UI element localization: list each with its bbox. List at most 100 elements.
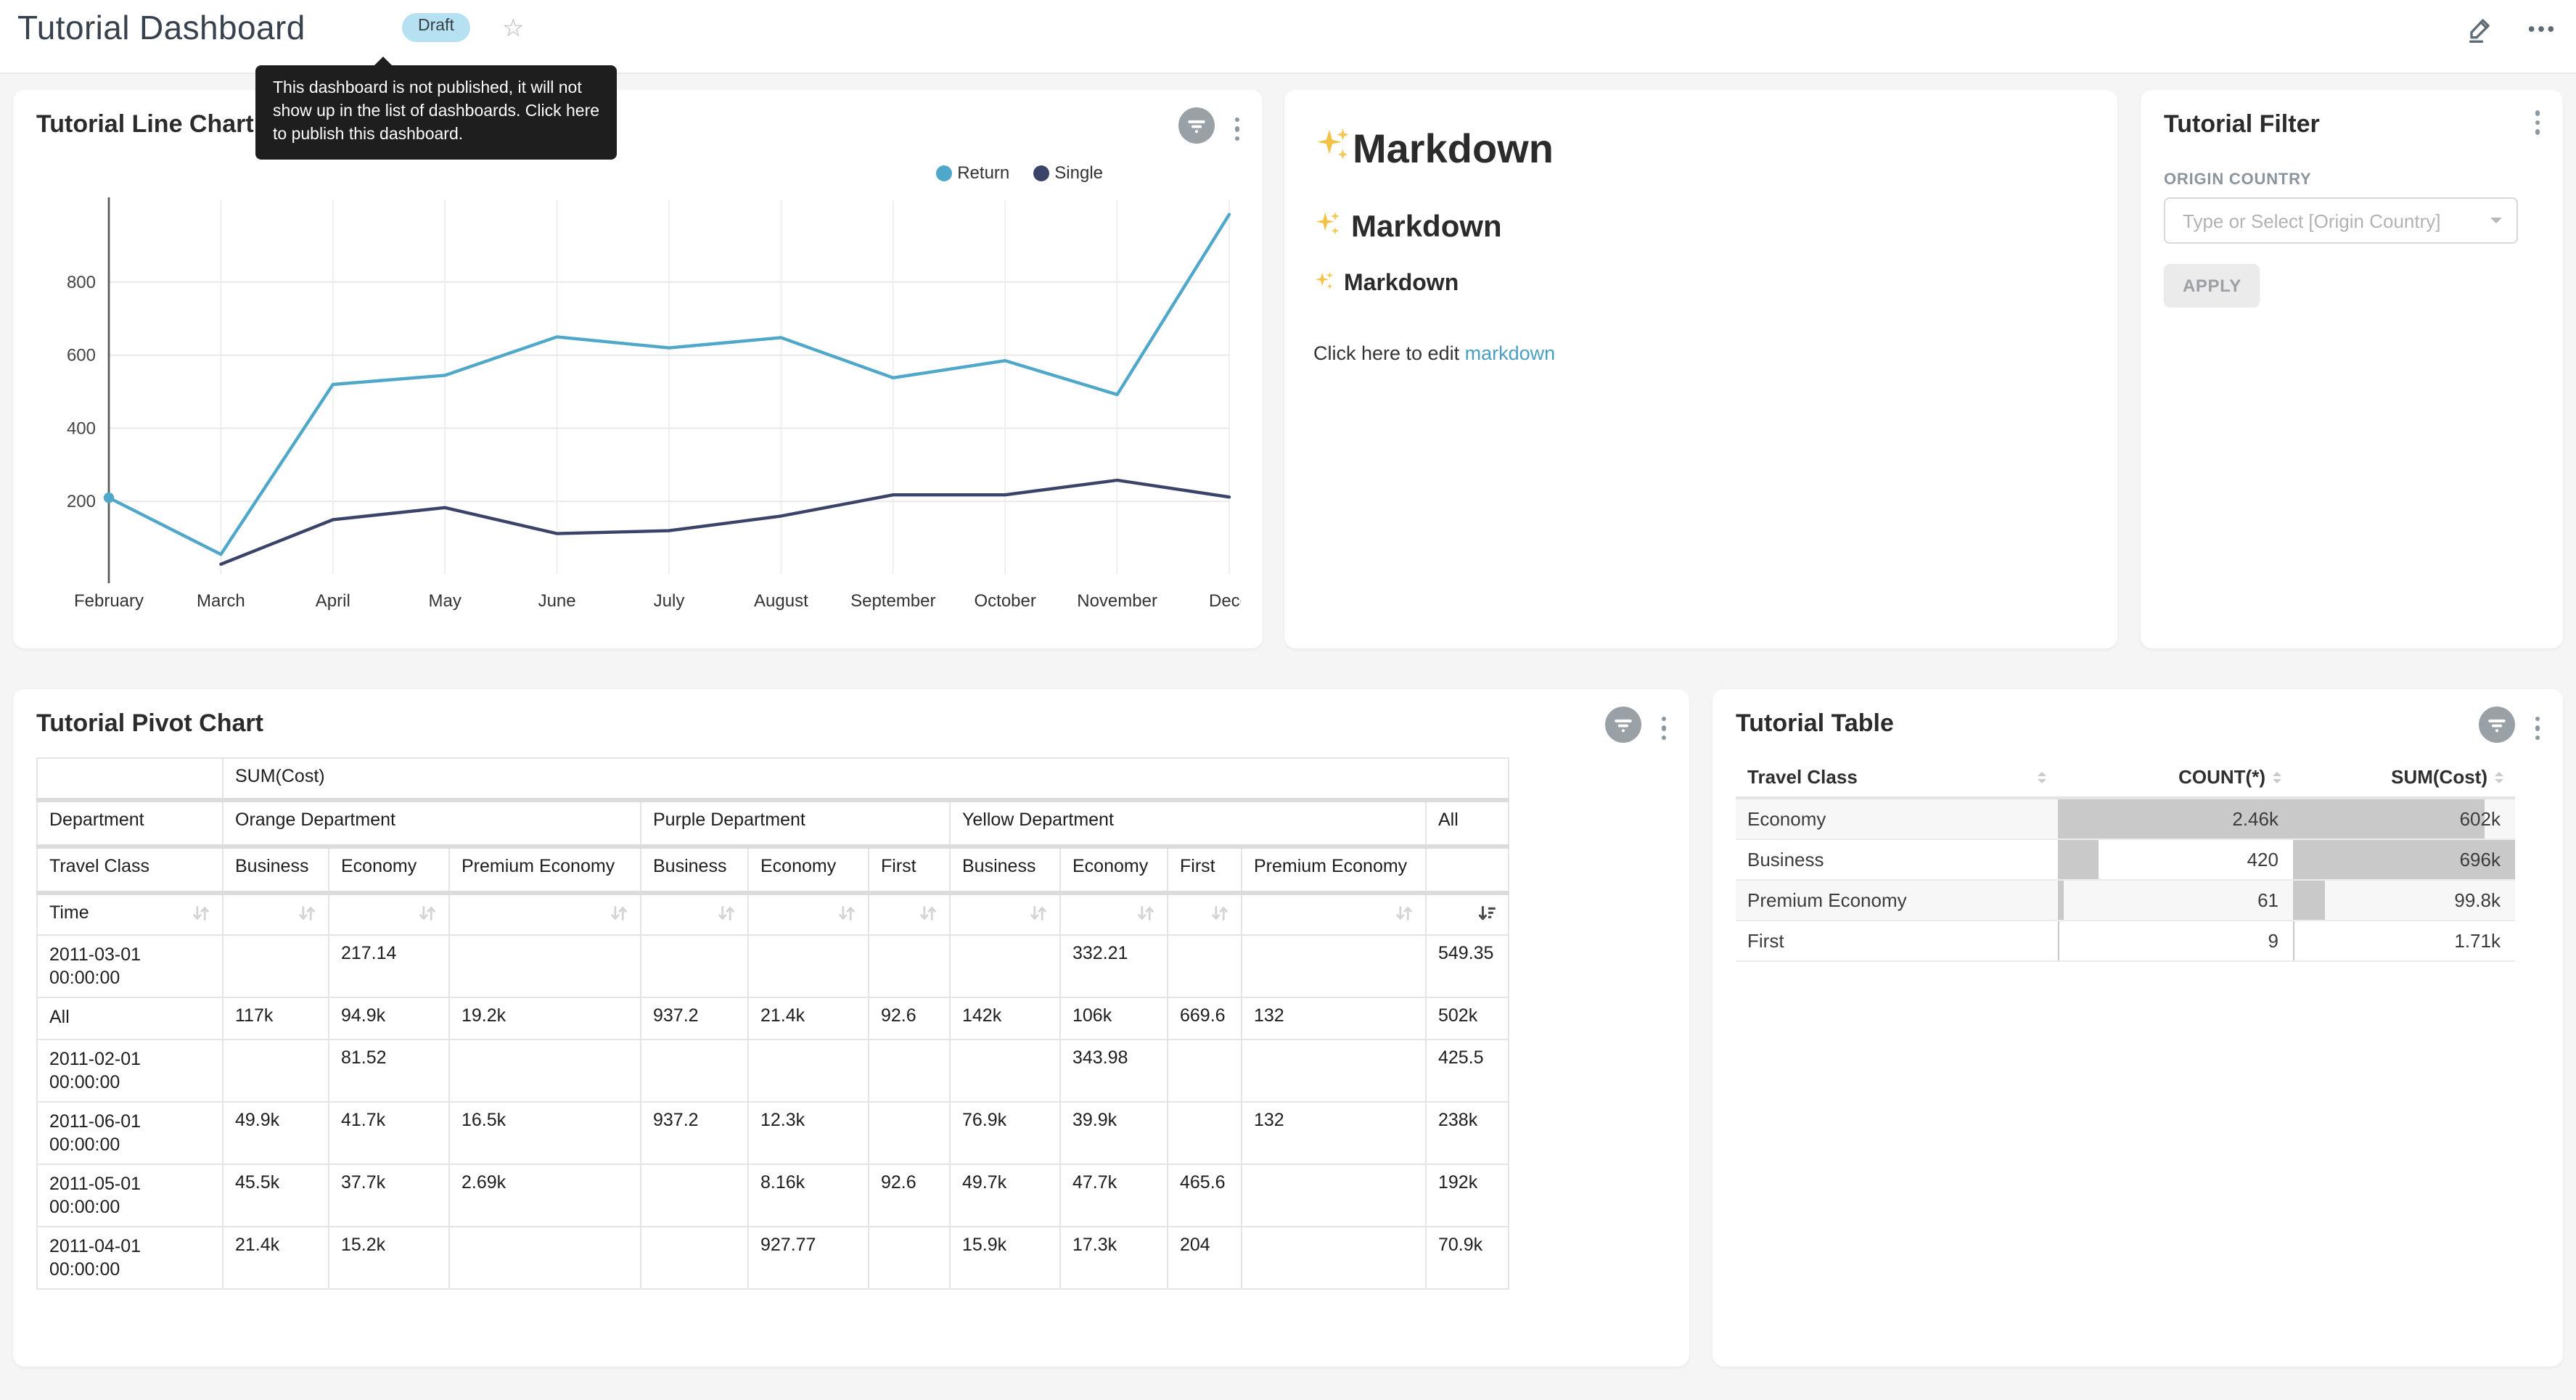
svg-text:April: April [316, 591, 350, 611]
pivot-sort-icon[interactable] [950, 893, 1060, 935]
edit-markdown-link[interactable]: markdown [1465, 342, 1556, 364]
favorite-star-icon[interactable]: ☆ [502, 15, 525, 44]
pivot-sort-icon[interactable] [641, 893, 748, 935]
pivot-cell [1242, 1039, 1426, 1102]
table-panel-menu-icon[interactable] [2532, 714, 2543, 744]
pivot-cell [1168, 935, 1242, 997]
pivot-chart-menu-icon[interactable] [1658, 714, 1669, 744]
line-chart-menu-icon[interactable] [1231, 115, 1242, 144]
pivot-sort-icon[interactable] [1060, 893, 1168, 935]
table-row[interactable]: Economy2.46k602k [1736, 798, 2515, 839]
pivot-sort-time[interactable]: Time [37, 893, 223, 935]
pivot-cell: 425.5 [1426, 1039, 1509, 1102]
publish-tooltip: This dashboard is not published, it will… [255, 65, 617, 160]
count-cell: 420 [2058, 839, 2293, 880]
more-actions-icon[interactable] [2527, 15, 2556, 51]
pivot-sort-icon[interactable] [449, 893, 641, 935]
pivot-col-header: Economy [748, 847, 869, 893]
markdown-heading-3: Markdown [1313, 270, 2088, 299]
sparkles-icon [1313, 125, 1353, 174]
pivot-sort-icon[interactable] [223, 893, 329, 935]
pivot-cell: 15.9k [950, 1227, 1060, 1289]
status-badge[interactable]: Draft [402, 13, 470, 41]
pivot-sort-icon[interactable] [329, 893, 449, 935]
pivot-cell [1168, 1102, 1242, 1164]
cross-filter-scope-icon[interactable] [2478, 707, 2514, 750]
table-panel-title: Tutorial Table [1736, 709, 1894, 738]
pivot-cell: 70.9k [1426, 1227, 1509, 1289]
pivot-col-group: Yellow Department [950, 800, 1426, 847]
pivot-sort-icon[interactable] [1242, 893, 1426, 935]
col-header-sum-cost[interactable]: SUM(Cost) [2293, 757, 2515, 798]
pivot-cell: 12.3k [748, 1102, 869, 1164]
pivot-cell: 132 [1242, 1102, 1426, 1164]
pivot-chart-panel: Tutorial Pivot Chart SUM(Cost)Department… [13, 689, 1689, 1367]
pivot-cell: 132 [1242, 997, 1426, 1039]
apply-filter-button[interactable]: APPLY [2164, 264, 2260, 308]
line-chart-svg: 200400600800FebruaryMarchAprilMayJuneJul… [33, 180, 1241, 633]
sparkles-icon [1313, 209, 1342, 247]
svg-text:July: July [654, 591, 685, 611]
pivot-cell: 37.7k [329, 1164, 449, 1227]
table-row[interactable]: Premium Economy6199.8k [1736, 880, 2515, 921]
count-cell: 61 [2058, 880, 2293, 921]
origin-country-input[interactable] [2180, 208, 2482, 233]
pivot-col-header: Economy [329, 847, 449, 893]
col-header-travel-class[interactable]: Travel Class [1736, 757, 2058, 798]
pivot-cell [1168, 1039, 1242, 1102]
pivot-cell: 937.2 [641, 1102, 748, 1164]
pivot-cell: 465.6 [1168, 1164, 1242, 1227]
pivot-cell: 669.6 [1168, 997, 1242, 1039]
sort-carets-icon [2038, 771, 2046, 783]
origin-country-label: ORIGIN COUNTRY [2164, 171, 2312, 189]
cross-filter-scope-icon[interactable] [1178, 107, 1214, 151]
pivot-sort-icon[interactable] [1168, 893, 1242, 935]
svg-text:June: June [538, 591, 576, 611]
pivot-cell: 937.2 [641, 997, 748, 1039]
pivot-sort-icon[interactable] [869, 893, 950, 935]
pivot-row-label: 2011-05-01 00:00:00 [37, 1164, 223, 1227]
sort-carets-icon [2273, 771, 2281, 783]
table-row[interactable]: Business420696k [1736, 839, 2515, 880]
pivot-cell: 15.2k [329, 1227, 449, 1289]
pivot-cell: 343.98 [1060, 1039, 1168, 1102]
pivot-table: SUM(Cost)DepartmentOrange DepartmentPurp… [36, 757, 1509, 1290]
pivot-cell: 47.7k [1060, 1164, 1168, 1227]
pivot-cell [1242, 1164, 1426, 1227]
pivot-col-group: All [1426, 800, 1509, 847]
filter-panel-menu-icon[interactable] [2532, 107, 2543, 137]
pivot-chart-title: Tutorial Pivot Chart [36, 709, 263, 738]
pivot-cell: 332.21 [1060, 935, 1168, 997]
legend-dot [935, 165, 951, 181]
svg-text:October: October [975, 591, 1036, 611]
pivot-cell [641, 935, 748, 997]
pivot-sort-icon[interactable] [1426, 893, 1509, 935]
pivot-col-header: Business [950, 847, 1060, 893]
svg-text:Dece: Dece [1209, 591, 1241, 611]
pivot-cell [223, 935, 329, 997]
svg-text:November: November [1077, 591, 1157, 611]
pivot-col-header: Business [223, 847, 329, 893]
count-cell: 2.46k [2058, 798, 2293, 839]
count-cell: 9 [2058, 921, 2293, 961]
pivot-cell: 21.4k [223, 1227, 329, 1289]
col-header-count[interactable]: COUNT(*) [2058, 757, 2293, 798]
cross-filter-scope-icon[interactable] [1604, 707, 1641, 750]
pivot-cell: 39.9k [1060, 1102, 1168, 1164]
pivot-cell [641, 1164, 748, 1227]
pivot-cell: 217.14 [329, 935, 449, 997]
pivot-cell [449, 1039, 641, 1102]
markdown-heading-2: Markdown [1313, 209, 2088, 247]
origin-country-select[interactable] [2164, 197, 2518, 244]
pivot-cell: 17.3k [1060, 1227, 1168, 1289]
edit-dashboard-icon[interactable] [2466, 15, 2495, 51]
filter-panel-title: Tutorial Filter [2164, 110, 2320, 139]
pivot-row: 2011-06-01 00:00:0049.9k41.7k16.5k937.21… [37, 1102, 1509, 1164]
pivot-cell [449, 935, 641, 997]
table-row[interactable]: First91.71k [1736, 921, 2515, 961]
pivot-sort-icon[interactable] [748, 893, 869, 935]
pivot-cell: 49.9k [223, 1102, 329, 1164]
line-chart-title: Tutorial Line Chart [36, 110, 254, 139]
pivot-cell: 192k [1426, 1164, 1509, 1227]
pivot-cell: 549.35 [1426, 935, 1509, 997]
